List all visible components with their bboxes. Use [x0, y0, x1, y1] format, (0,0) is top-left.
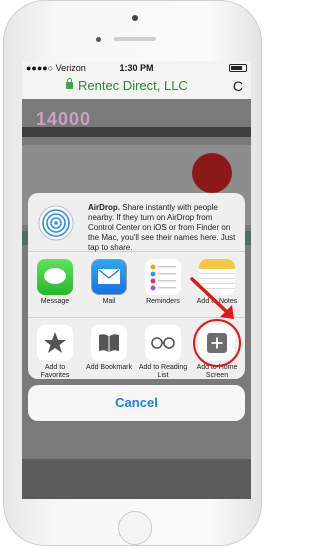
book-icon	[91, 325, 127, 361]
airdrop-title: AirDrop.	[88, 203, 120, 212]
add-to-favorites-button[interactable]: Add to Favorites	[30, 325, 80, 379]
red-arrow-icon	[190, 277, 234, 319]
message-icon	[37, 259, 73, 295]
mail-icon	[91, 259, 127, 295]
url-host[interactable]: Rentec Direct, LLC	[78, 78, 188, 93]
home-button[interactable]	[118, 511, 152, 545]
site-nav	[22, 127, 251, 137]
share-mail[interactable]: Mail	[84, 259, 134, 306]
star-icon	[37, 325, 73, 361]
cancel-button[interactable]: Cancel	[28, 385, 245, 421]
add-bookmark-button[interactable]: Add Bookmark	[84, 325, 134, 372]
add-to-favorites-label: Add to Favorites	[40, 364, 70, 379]
speaker	[114, 37, 156, 41]
browser-toolbar	[22, 459, 251, 499]
share-message[interactable]: Message	[30, 259, 80, 306]
share-message-label: Message	[40, 298, 70, 305]
airdrop-section[interactable]: AirDrop. Share instantly with people nea…	[28, 193, 245, 252]
reminders-icon	[145, 259, 181, 295]
add-bookmark-label: Add Bookmark	[86, 364, 132, 371]
share-sheet: AirDrop. Share instantly with people nea…	[28, 193, 245, 379]
pie-chart	[192, 153, 232, 193]
airdrop-icon	[38, 205, 74, 241]
add-to-reading-list-button[interactable]: Add to Reading List	[138, 325, 188, 379]
share-reminders[interactable]: Reminders	[138, 259, 188, 306]
clock: 1:30 PM	[119, 63, 154, 73]
glasses-icon	[145, 325, 181, 361]
lock-icon	[66, 78, 73, 89]
battery-icon	[229, 64, 247, 72]
sensor	[96, 37, 101, 42]
url-bar[interactable]: Rentec Direct, LLC C	[22, 75, 251, 100]
reload-icon[interactable]: C	[233, 78, 243, 94]
share-reminders-label: Reminders	[146, 298, 180, 305]
camera	[132, 15, 138, 21]
phone-frame: ●●●●○ Verizon 1:30 PM Rentec Direct, LLC…	[3, 0, 262, 546]
screen: ●●●●○ Verizon 1:30 PM Rentec Direct, LLC…	[22, 61, 251, 499]
share-mail-label: Mail	[102, 298, 116, 305]
status-bar: ●●●●○ Verizon 1:30 PM	[22, 61, 251, 75]
add-to-reading-list-label: Add to Reading List	[138, 364, 188, 379]
